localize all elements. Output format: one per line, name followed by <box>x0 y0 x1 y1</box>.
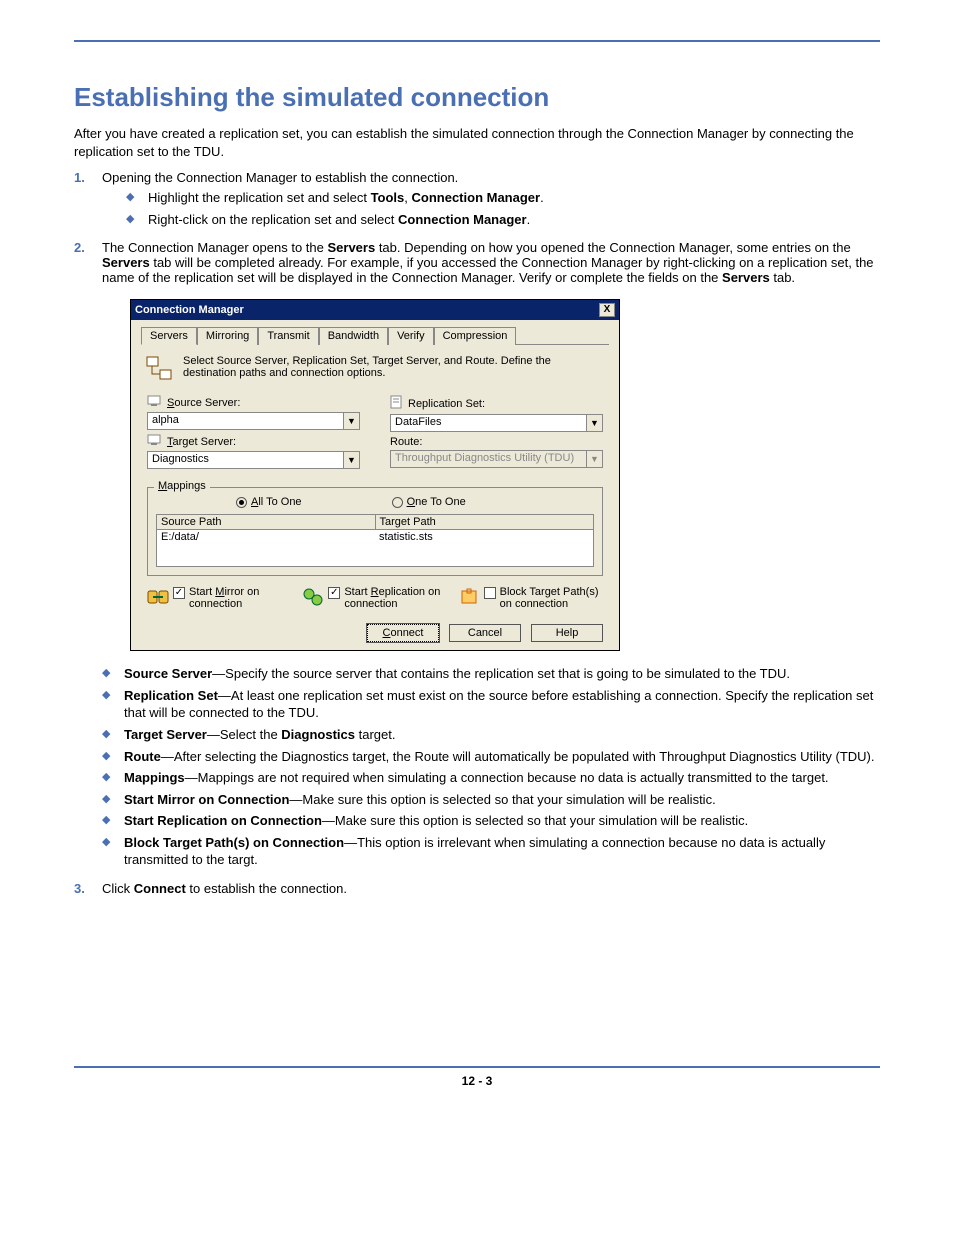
tab-mirroring[interactable]: Mirroring <box>197 327 258 345</box>
diamond-bullet-icon: ◆ <box>126 211 148 229</box>
chevron-down-icon: ▼ <box>586 451 602 467</box>
replication-checkbox[interactable]: ✓ <box>328 587 340 599</box>
intro-text: After you have created a replication set… <box>74 125 880 160</box>
route-dropdown: Throughput Diagnostics Utility (TDU) ▼ <box>390 450 603 468</box>
step3-text: Click Connect to establish the connectio… <box>102 881 880 896</box>
step-number: 2. <box>74 240 102 873</box>
def-mappings: Mappings—Mappings are not required when … <box>124 769 880 787</box>
block-check-label: Block Target Path(s) on connection <box>500 586 603 610</box>
def-target-server: Target Server—Select the Diagnostics tar… <box>124 726 880 744</box>
replication-set-dropdown[interactable]: DataFiles ▼ <box>390 414 603 432</box>
diamond-bullet-icon: ◆ <box>102 726 124 744</box>
document-icon <box>390 395 402 412</box>
top-rule <box>74 40 880 42</box>
block-checkbox[interactable] <box>484 587 496 599</box>
source-server-dropdown[interactable]: alpha ▼ <box>147 412 360 430</box>
page-title: Establishing the simulated connection <box>74 82 880 113</box>
servers-tab-icon <box>145 355 173 381</box>
chevron-down-icon[interactable]: ▼ <box>343 452 359 468</box>
diamond-bullet-icon: ◆ <box>102 812 124 830</box>
step1-sub1: Highlight the replication set and select… <box>148 189 880 207</box>
def-route: Route—After selecting the Diagnostics ta… <box>124 748 880 766</box>
mirror-check-label: Start Mirror on connection <box>189 586 292 610</box>
def-mirror: Start Mirror on Connection—Make sure thi… <box>124 791 880 809</box>
connect-button[interactable]: Connect <box>367 624 439 642</box>
def-replication-set: Replication Set—At least one replication… <box>124 687 880 722</box>
radio-icon <box>236 497 247 508</box>
mirror-icon <box>147 586 169 608</box>
def-block: Block Target Path(s) on Connection—This … <box>124 834 880 869</box>
dialog-tabs: Servers Mirroring Transmit Bandwidth Ver… <box>141 326 609 345</box>
server-icon <box>147 395 161 410</box>
cancel-button[interactable]: Cancel <box>449 624 521 642</box>
replication-set-label: Replication Set: <box>408 398 485 410</box>
tab-description: Select Source Server, Replication Set, T… <box>183 355 605 379</box>
bottom-rule <box>74 1066 880 1068</box>
step2-text: The Connection Manager opens to the Serv… <box>102 240 874 285</box>
def-source-server: Source Server—Specify the source server … <box>124 665 880 683</box>
chevron-down-icon[interactable]: ▼ <box>586 415 602 431</box>
source-server-label: Source Server: <box>167 397 240 409</box>
block-icon <box>458 586 480 608</box>
table-row[interactable]: E:/data/ statistic.sts <box>157 530 593 566</box>
step1-text: Opening the Connection Manager to establ… <box>102 170 458 185</box>
tab-verify[interactable]: Verify <box>388 327 434 345</box>
tab-compression[interactable]: Compression <box>434 327 517 345</box>
diamond-bullet-icon: ◆ <box>102 834 124 852</box>
help-button[interactable]: Help <box>531 624 603 642</box>
connection-manager-dialog: Connection Manager X Servers Mirroring T… <box>130 299 620 651</box>
radio-all-to-one[interactable]: All To One <box>236 496 302 508</box>
mirror-checkbox[interactable]: ✓ <box>173 587 185 599</box>
col-source-path: Source Path <box>157 515 376 529</box>
page-number: 12 - 3 <box>74 1074 880 1088</box>
step-number: 1. <box>74 170 102 232</box>
tab-bandwidth[interactable]: Bandwidth <box>319 327 388 345</box>
diamond-bullet-icon: ◆ <box>102 687 124 705</box>
diamond-bullet-icon: ◆ <box>102 769 124 787</box>
chevron-down-icon[interactable]: ▼ <box>343 413 359 429</box>
target-server-dropdown[interactable]: Diagnostics ▼ <box>147 451 360 469</box>
step-number: 3. <box>74 881 102 896</box>
mappings-group: Mappings All To One One To One <box>147 487 603 576</box>
mappings-label: Mappings <box>154 480 210 492</box>
col-target-path: Target Path <box>376 515 594 529</box>
radio-icon <box>392 497 403 508</box>
target-server-label: Target Server: <box>167 436 236 448</box>
route-label: Route: <box>390 436 422 448</box>
server-icon <box>147 434 161 449</box>
diamond-bullet-icon: ◆ <box>102 748 124 766</box>
tab-transmit[interactable]: Transmit <box>258 327 318 345</box>
mappings-table: Source Path Target Path E:/data/ statist… <box>156 514 594 567</box>
replication-check-label: Start Replication on connection <box>344 586 447 610</box>
dialog-close-button[interactable]: X <box>599 303 615 317</box>
radio-one-to-one[interactable]: One To One <box>392 496 466 508</box>
tab-servers[interactable]: Servers <box>141 327 197 345</box>
step1-sub2: Right-click on the replication set and s… <box>148 211 880 229</box>
def-replication: Start Replication on Connection—Make sur… <box>124 812 880 830</box>
diamond-bullet-icon: ◆ <box>126 189 148 207</box>
dialog-title: Connection Manager <box>135 304 244 316</box>
diamond-bullet-icon: ◆ <box>102 791 124 809</box>
diamond-bullet-icon: ◆ <box>102 665 124 683</box>
replication-icon <box>302 586 324 608</box>
